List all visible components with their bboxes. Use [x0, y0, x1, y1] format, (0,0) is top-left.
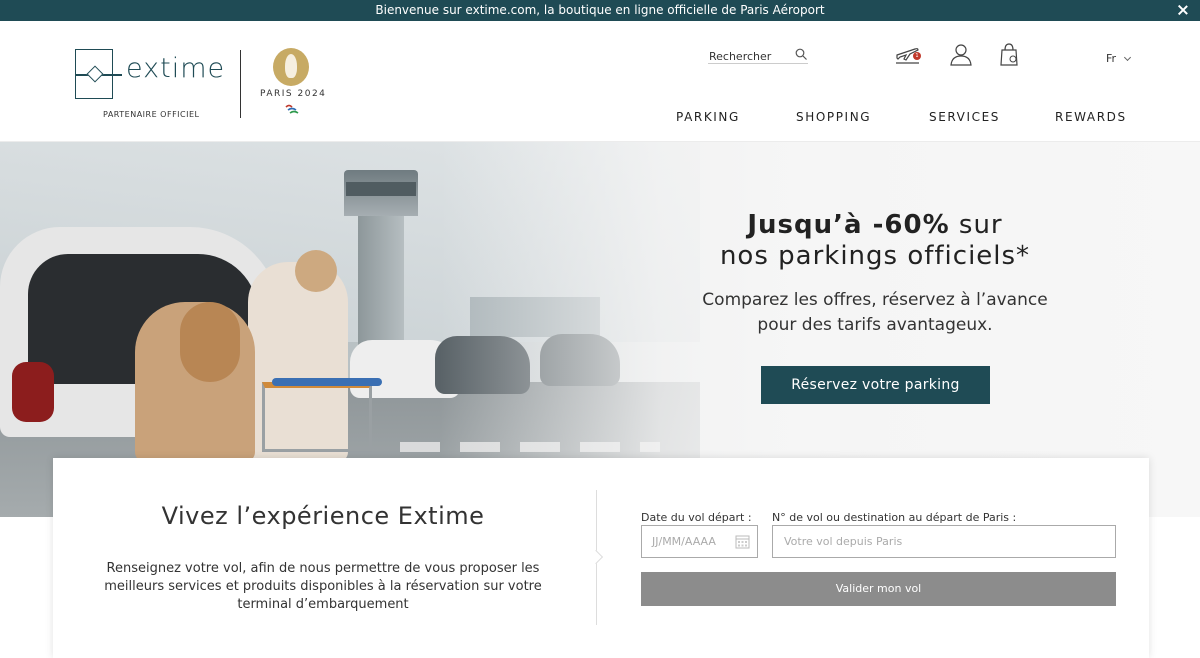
- hero-title: Jusqu’à -60% sur nos parkings officiels*: [719, 210, 1031, 271]
- search-label: Rechercher: [709, 50, 772, 63]
- calendar-icon[interactable]: [735, 534, 750, 549]
- language-label: Fr: [1106, 52, 1117, 65]
- paralympic-agitos-icon: [285, 104, 299, 114]
- user-icon[interactable]: [948, 41, 974, 67]
- flight-placeholder: Votre vol depuis Paris: [784, 535, 903, 548]
- flight-label: N° de vol ou destination au départ de Pa…: [772, 511, 1017, 524]
- nav-parking[interactable]: PARKING: [676, 110, 740, 124]
- flight-count-badge: 1: [913, 52, 921, 60]
- date-placeholder: JJ/MM/AAAA: [652, 535, 716, 548]
- hero-subtitle: Comparez les offres, réservez à l’avance…: [702, 290, 1048, 335]
- nav-shopping[interactable]: SHOPPING: [796, 110, 871, 124]
- site-header: extime PARTENAIRE OFFICIEL PARIS 2024 Re…: [0, 21, 1200, 142]
- partner-label: PARTENAIRE OFFICIEL: [103, 110, 200, 119]
- date-field[interactable]: JJ/MM/AAAA: [641, 525, 758, 558]
- nav-services[interactable]: SERVICES: [929, 110, 1000, 124]
- panel-description: Renseignez votre vol, afin de nous perme…: [104, 561, 542, 612]
- flight-number-field[interactable]: Votre vol depuis Paris: [772, 525, 1116, 558]
- search-input[interactable]: Rechercher: [708, 48, 808, 64]
- date-label: Date du vol départ :: [641, 511, 752, 524]
- announcement-bar: Bienvenue sur extime.com, la boutique en…: [0, 0, 1200, 21]
- search-icon[interactable]: [795, 48, 808, 61]
- chevron-down-icon: [1123, 53, 1131, 62]
- close-icon[interactable]: [1176, 3, 1190, 17]
- brand-name: extime: [126, 53, 226, 84]
- flight-panel: Vivez l’expérience Extime Renseignez vot…: [53, 458, 1149, 658]
- logo-divider: [240, 50, 241, 118]
- panel-title: Vivez l’expérience Extime: [161, 502, 485, 530]
- luggage-cart: [262, 382, 372, 452]
- announcement-text: Bienvenue sur extime.com, la boutique en…: [375, 3, 825, 17]
- validate-flight-button[interactable]: Valider mon vol: [641, 572, 1116, 606]
- bag-icon[interactable]: [996, 41, 1022, 67]
- paris-2024-label: PARIS 2024: [260, 89, 327, 99]
- nav-rewards[interactable]: REWARDS: [1055, 110, 1127, 124]
- book-parking-button[interactable]: Réservez votre parking: [761, 366, 990, 404]
- language-selector[interactable]: Fr: [1106, 52, 1131, 65]
